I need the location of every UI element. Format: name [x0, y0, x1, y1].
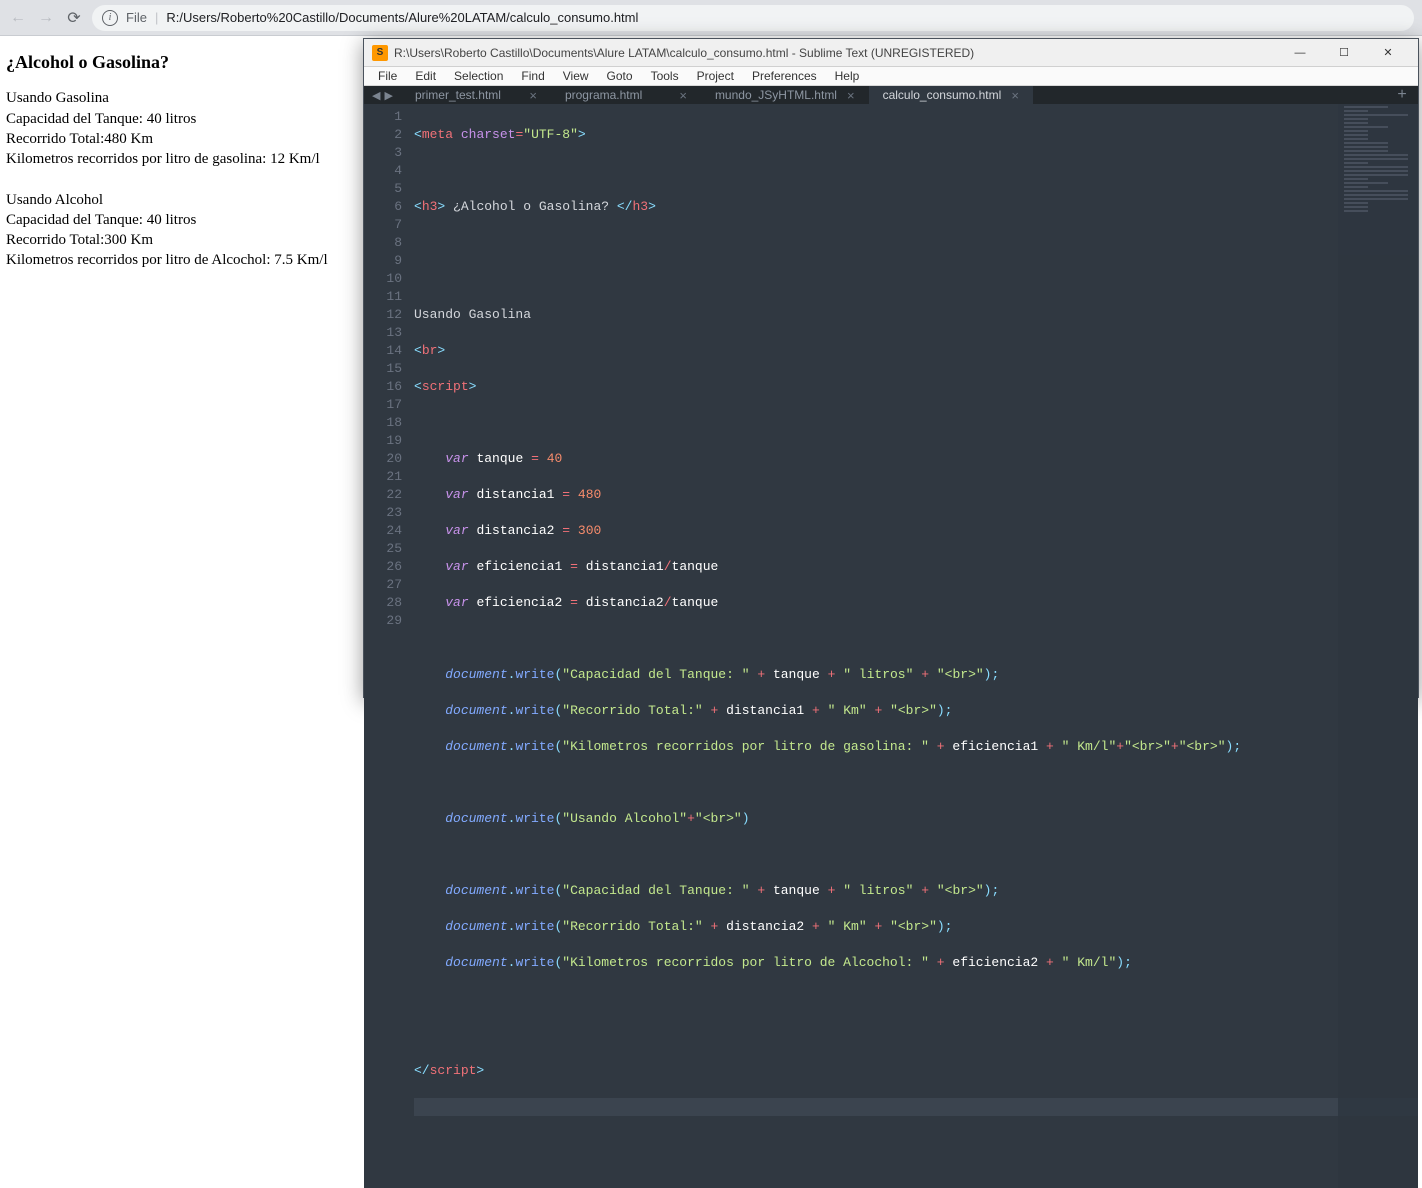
close-icon[interactable]: × — [529, 88, 537, 103]
tab-add-icon[interactable]: + — [1386, 86, 1418, 104]
info-icon[interactable]: i — [102, 10, 118, 26]
menu-bar: File Edit Selection Find View Goto Tools… — [364, 67, 1418, 86]
tab-programa[interactable]: programa.html× — [551, 86, 701, 104]
tab-next-icon[interactable]: ▶ — [384, 89, 392, 102]
forward-icon[interactable]: → — [36, 8, 56, 28]
sublime-titlebar[interactable]: S R:\Users\Roberto Castillo\Documents\Al… — [364, 39, 1418, 67]
line-tank1: Capacidad del Tanque: 40 litros — [6, 109, 374, 129]
address-bar[interactable]: i File | R:/Users/Roberto%20Castillo/Doc… — [92, 5, 1414, 31]
menu-view[interactable]: View — [555, 67, 597, 85]
editor[interactable]: 1234567891011121314151617181920212223242… — [364, 104, 1418, 1188]
page-title: ¿Alcohol o Gasolina? — [6, 50, 374, 74]
tab-nav: ◀ ▶ — [364, 86, 401, 104]
line-gutter: 1234567891011121314151617181920212223242… — [364, 104, 414, 1188]
menu-selection[interactable]: Selection — [446, 67, 511, 85]
minimize-button[interactable]: — — [1278, 39, 1322, 67]
tab-mundo[interactable]: mundo_JSyHTML.html× — [701, 86, 869, 104]
sublime-logo-icon: S — [372, 45, 388, 61]
browser-toolbar: ← → ⟳ i File | R:/Users/Roberto%20Castil… — [0, 0, 1422, 36]
menu-tools[interactable]: Tools — [643, 67, 687, 85]
sublime-window: S R:\Users\Roberto Castillo\Documents\Al… — [363, 38, 1419, 698]
tab-primer-test[interactable]: primer_test.html× — [401, 86, 551, 104]
window-title: R:\Users\Roberto Castillo\Documents\Alur… — [394, 46, 974, 60]
line-eff1: Kilometros recorridos por litro de gasol… — [6, 149, 374, 169]
line-dist1: Recorrido Total:480 Km — [6, 129, 374, 149]
minimap[interactable] — [1338, 104, 1418, 1188]
menu-find[interactable]: Find — [513, 67, 552, 85]
rendered-page: ¿Alcohol o Gasolina? Usando Gasolina Cap… — [0, 36, 380, 285]
menu-goto[interactable]: Goto — [599, 67, 641, 85]
section2-header: Usando Alcohol — [6, 190, 374, 210]
section1-header: Usando Gasolina — [6, 88, 374, 108]
line-dist2: Recorrido Total:300 Km — [6, 230, 374, 250]
menu-help[interactable]: Help — [827, 67, 868, 85]
line-eff2: Kilometros recorridos por litro de Alcoc… — [6, 250, 374, 270]
line-tank2: Capacidad del Tanque: 40 litros — [6, 210, 374, 230]
menu-edit[interactable]: Edit — [407, 67, 444, 85]
back-icon[interactable]: ← — [8, 8, 28, 28]
maximize-button[interactable]: ☐ — [1322, 39, 1366, 67]
menu-file[interactable]: File — [370, 67, 405, 85]
tab-prev-icon[interactable]: ◀ — [372, 89, 380, 102]
close-icon[interactable]: × — [847, 88, 855, 103]
tab-calculo-consumo[interactable]: calculo_consumo.html× — [869, 86, 1033, 104]
tab-bar: ◀ ▶ primer_test.html× programa.html× mun… — [364, 86, 1418, 104]
reload-icon[interactable]: ⟳ — [64, 8, 84, 28]
url-path: R:/Users/Roberto%20Castillo/Documents/Al… — [166, 10, 638, 25]
code-area[interactable]: <meta charset="UTF-8"> <h3> ¿Alcohol o G… — [414, 104, 1418, 1188]
url-protocol: File — [126, 10, 147, 25]
close-icon[interactable]: × — [1011, 88, 1019, 103]
menu-preferences[interactable]: Preferences — [744, 67, 825, 85]
close-icon[interactable]: × — [679, 88, 687, 103]
close-button[interactable]: ✕ — [1366, 39, 1410, 67]
menu-project[interactable]: Project — [689, 67, 742, 85]
url-separator: | — [155, 10, 158, 25]
